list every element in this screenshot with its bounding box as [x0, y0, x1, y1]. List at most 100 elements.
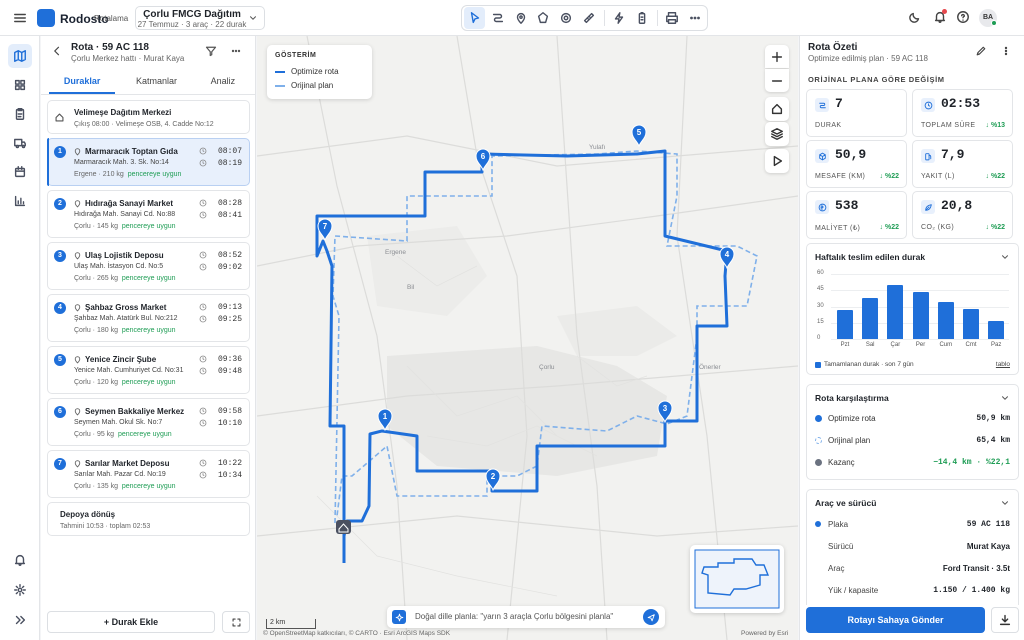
back-arrow-icon[interactable]	[51, 45, 63, 57]
stop-marker-number: 3	[663, 404, 668, 413]
vehicle-title: Araç ve sürücü	[815, 498, 877, 508]
hamburger-menu-icon[interactable]	[12, 10, 28, 26]
nav-rail	[0, 36, 40, 640]
chart-x-tick: Pzt	[840, 342, 850, 348]
stop-departure-time: 10:34	[217, 471, 242, 480]
layers-icon[interactable]	[765, 122, 789, 146]
route-icon[interactable]	[487, 7, 508, 29]
grid-icon[interactable]	[8, 73, 32, 97]
series-dot	[815, 437, 822, 444]
send-to-field-button[interactable]: Rotayı Sahaya Gönder	[806, 607, 985, 633]
legend-optimized-swatch	[275, 71, 285, 73]
clipboard-icon[interactable]	[8, 102, 32, 126]
pin-icon[interactable]	[510, 7, 531, 29]
collapse-icon[interactable]	[8, 608, 32, 632]
stop-card[interactable]: 5 Yenice Zincir Şube Yenice Mah. Cumhuriye…	[47, 346, 250, 394]
ruler-icon[interactable]	[579, 7, 600, 29]
chart-title: Haftalık teslim edilen durak	[815, 252, 926, 262]
stop-number-badge: 2	[54, 198, 66, 210]
truck-icon[interactable]	[8, 131, 32, 155]
more-vertical-icon[interactable]	[1000, 45, 1012, 57]
chart-table-link[interactable]: tablo	[996, 361, 1010, 368]
clock-icon	[199, 355, 207, 363]
chevron-down-icon[interactable]	[1000, 252, 1010, 262]
battery-icon[interactable]	[631, 7, 652, 29]
pin-icon	[73, 355, 82, 364]
depot-marker	[336, 520, 351, 534]
legend-optimized-label: Optimize rota	[291, 67, 339, 76]
depot-detail: Çıkış 08:00 · Velimeşe OSB, 4. Cadde No:…	[74, 121, 214, 128]
target-icon[interactable]	[556, 7, 577, 29]
chevron-down-icon[interactable]	[1000, 498, 1010, 508]
stop-card[interactable]: 6 Seymen Bakkaliye Merkez Seymen Mah. Okul…	[47, 398, 250, 446]
zoom-out-button[interactable]	[765, 69, 789, 92]
kpi-card: 538 MALİYET (₺) ↓ %22	[806, 191, 907, 239]
minimap[interactable]	[690, 545, 784, 613]
add-stop-label: Durak Ekle	[111, 617, 159, 627]
natural-language-planner[interactable]: Doğal dille planla: "yarın 3 araçla Çorl…	[387, 606, 665, 628]
route-title: Rota · 59 AC 118	[71, 42, 149, 53]
tab-duraklar[interactable]: Duraklar	[49, 72, 116, 94]
bell-icon[interactable]	[8, 548, 32, 572]
stop-card[interactable]: 2 Hıdırağa Sanayi Market Hıdırağa Mah. San…	[47, 190, 250, 238]
chart-x-tick: Sal	[865, 342, 875, 348]
stop-card[interactable]: 1 Marmaracık Toptan Gıda Marmaracık Mah. 3…	[47, 138, 250, 186]
print-icon[interactable]	[661, 7, 682, 29]
stop-number-badge: 4	[54, 302, 66, 314]
return-depot-card[interactable]: Depoya dönüş Tahmini 10:53 · toplam 02:5…	[47, 502, 250, 536]
more-icon[interactable]	[230, 45, 242, 57]
more-icon[interactable]	[684, 7, 705, 29]
route-subtitle: Çorlu Merkez hattı · Murat Kaya	[71, 54, 185, 63]
polygon-icon[interactable]	[533, 7, 554, 29]
calendar-icon[interactable]	[8, 160, 32, 184]
chart-bar	[887, 284, 904, 339]
lira-icon	[815, 200, 829, 214]
add-stop-button[interactable]: + Durak Ekle	[47, 611, 215, 633]
zoom-in-button[interactable]	[765, 45, 789, 68]
stop-window-status: pencereye uygun	[121, 483, 176, 490]
clock-icon	[199, 159, 207, 167]
settings-icon[interactable]	[8, 578, 32, 602]
kpi-value: 7,9	[941, 147, 965, 162]
series-dot	[815, 415, 822, 422]
map-attribution[interactable]: © OpenStreetMap katkıcıları, © CARTO · E…	[263, 630, 450, 637]
play-icon[interactable]	[765, 149, 789, 173]
download-icon[interactable]	[991, 607, 1019, 633]
chevron-down-icon[interactable]	[1000, 393, 1010, 403]
stop-load: Çorlu · 180 kg	[74, 327, 118, 334]
cursor-icon[interactable]	[464, 7, 486, 29]
help-icon[interactable]	[956, 10, 970, 24]
filter-icon[interactable]	[205, 45, 217, 57]
edit-icon[interactable]	[975, 45, 987, 57]
stop-name: Sarılar Market Deposu	[85, 459, 170, 468]
clock-icon	[199, 147, 207, 155]
stop-card[interactable]: 3 Ulaş Lojistik Deposu Ulaş Mah. İstasyon …	[47, 242, 250, 290]
stop-card[interactable]: 7 Sarılar Market Deposu Sarılar Mah. Pazar…	[47, 450, 250, 498]
bar-chart-icon[interactable]	[8, 189, 32, 213]
lightning-icon[interactable]	[608, 7, 629, 29]
clock-icon	[199, 199, 207, 207]
tab-analiz[interactable]: Analiz	[190, 72, 256, 94]
stop-card[interactable]: 4 Şahbaz Gross Market Şahbaz Mah. Atatürk …	[47, 294, 250, 342]
home-view-icon[interactable]	[765, 97, 789, 121]
pin-icon	[73, 147, 82, 156]
moon-icon[interactable]	[908, 10, 922, 24]
expand-icon[interactable]	[222, 611, 250, 633]
comparison-title: Rota karşılaştırma	[815, 393, 889, 403]
stop-load: Çorlu · 95 kg	[74, 431, 115, 438]
stop-name: Ulaş Lojistik Deposu	[85, 251, 164, 260]
planner-input[interactable]: Doğal dille planla: "yarın 3 araçla Çorl…	[415, 612, 613, 621]
start-depot-card[interactable]: Velimeşe Dağıtım Merkezi Çıkış 08:00 · V…	[47, 100, 250, 134]
return-detail: Tahmini 10:53 · toplam 02:53	[60, 523, 151, 530]
stop-meta: Çorlu · 120 kg pencereye uygun	[74, 379, 176, 386]
stop-number-badge: 6	[54, 406, 66, 418]
stop-marker-number: 6	[481, 152, 486, 161]
tab-katmanlar[interactable]: Katmanlar	[123, 72, 189, 94]
send-icon[interactable]	[643, 609, 659, 625]
stop-number-badge: 1	[54, 146, 66, 158]
project-selector[interactable]: Çorlu FMCG Dağıtım 27 Temmuz · 3 araç · …	[135, 6, 265, 30]
route-map[interactable]: Yulafı Ergene Bil Çorlu Önerler 1 2 3 4 5 6 7 GÖST…	[257, 36, 798, 640]
map-icon[interactable]	[8, 44, 32, 68]
vehicle-label: Plaka	[828, 520, 849, 529]
vehicle-row: Araç Ford Transit · 3.5t	[807, 558, 1018, 580]
